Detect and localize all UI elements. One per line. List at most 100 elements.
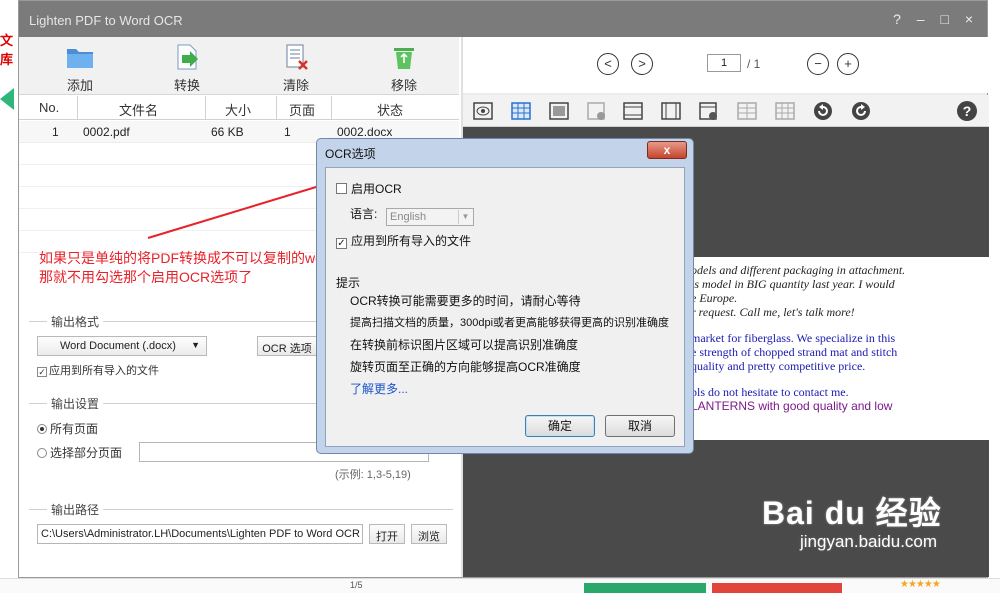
table-grid-icon[interactable]	[775, 101, 795, 121]
open-button[interactable]: 打开	[369, 524, 405, 544]
row-size: 66 KB	[211, 125, 244, 139]
baidu-watermark: Bai du 经验 jingyan.baidu.com	[762, 488, 942, 552]
chevron-down-icon: ▼	[458, 210, 472, 224]
page-total: / 1	[747, 57, 761, 71]
file-list-header: No. 文件名 大小 页面 状态	[19, 96, 459, 120]
watermark-brand: Bai du 经验	[762, 495, 942, 531]
checkbox-checked-icon: ✓	[336, 238, 347, 249]
clear-label: 清除	[282, 78, 309, 93]
prev-page-icon[interactable]: <	[597, 53, 619, 75]
doc-line: market for fiberglass. We specialize in …	[691, 331, 896, 345]
tip-item: OCR转换可能需要更多的时间，请耐心等待	[350, 294, 581, 308]
output-format-heading: 输出格式	[47, 313, 104, 330]
background-right-strip	[988, 0, 1000, 593]
column-pages[interactable]: 页面	[289, 100, 315, 119]
folder-icon	[67, 49, 93, 68]
grid-view-icon[interactable]	[511, 101, 531, 121]
background-green-tab[interactable]	[0, 88, 14, 110]
rotate-right-icon[interactable]	[851, 101, 871, 121]
watermark-url: jingyan.baidu.com	[800, 532, 938, 551]
eye-icon[interactable]	[473, 101, 493, 121]
tip-item: 提高扫描文档的质量，300dpi或者更高能够获得更高的识别准确度	[350, 317, 670, 329]
delete-split-icon[interactable]	[699, 101, 719, 121]
dialog-title: OCR选项	[325, 147, 376, 161]
row-filename: 0002.pdf	[83, 125, 130, 139]
rotate-left-icon[interactable]	[813, 101, 833, 121]
checkmark-icon: ✓	[37, 367, 47, 377]
convert-label: 转换	[173, 78, 200, 93]
ok-button[interactable]: 确定	[525, 415, 595, 437]
convert-button[interactable]: 转换	[152, 43, 222, 93]
apply-all-checkbox[interactable]: ✓ 应用到所有导入的文件	[37, 362, 159, 378]
all-pages-radio[interactable]: 所有页面	[37, 420, 98, 437]
output-settings-heading: 输出设置	[47, 395, 104, 412]
language-value: English	[390, 211, 427, 223]
row-status: 0002.docx	[337, 125, 393, 139]
clear-icon	[286, 44, 308, 70]
add-button[interactable]: 添加	[45, 43, 115, 93]
image-region-icon[interactable]	[549, 101, 569, 121]
zoom-in-icon[interactable]: +	[837, 53, 859, 75]
background-green-button[interactable]	[584, 583, 706, 593]
output-path-section: 输出路径 C:\Users\Administrator.LH\Documents…	[29, 501, 453, 569]
some-pages-label: 选择部分页面	[50, 446, 123, 460]
doc-line: quality and pretty competitive price.	[691, 359, 866, 373]
language-label: 语言:	[350, 207, 378, 221]
format-select[interactable]: Word Document (.docx) ▼	[37, 336, 207, 356]
doc-line: is model in BIG quantity last year. I wo…	[691, 277, 895, 291]
browse-button[interactable]: 浏览	[411, 524, 447, 544]
tips-heading: 提示	[336, 276, 361, 290]
background-rating-stars: ★★★★★	[900, 579, 941, 590]
all-pages-label: 所有页面	[50, 422, 99, 436]
dialog-close-button[interactable]: x	[647, 141, 687, 159]
apply-all-label: 应用到所有导入的文件	[49, 365, 159, 377]
remove-button[interactable]: 移除	[369, 43, 439, 93]
doc-line: LANTERNS with good quality and low	[691, 399, 893, 413]
zoom-out-icon[interactable]: −	[807, 53, 829, 75]
enable-ocr-checkbox[interactable]: 启用OCR	[336, 180, 402, 197]
page-range-example: (示例: 1,3-5,19)	[335, 469, 411, 481]
language-select[interactable]: English ▼	[386, 208, 474, 226]
background-wenku-text: 文库	[0, 33, 14, 67]
background-bottom-strip: 1/5 ★★★★★	[0, 578, 1000, 593]
column-no[interactable]: No.	[39, 100, 59, 115]
doc-line: pls do not hesitate to contact me.	[691, 385, 849, 399]
convert-icon	[177, 44, 198, 70]
tip-item: 在转换前标识图片区域可以提高识别准确度	[350, 338, 579, 352]
remove-label: 移除	[390, 78, 417, 93]
doc-line: e strength of chopped strand mat and sti…	[691, 345, 898, 359]
page-nav-bar: < > 1 / 1 − +	[463, 37, 989, 93]
recycle-bin-icon	[394, 48, 414, 69]
some-pages-radio[interactable]: 选择部分页面	[37, 444, 122, 461]
background-left-strip: 文库	[0, 0, 18, 593]
format-select-value: Word Document (.docx)	[60, 340, 176, 352]
output-path-heading: 输出路径	[47, 501, 104, 518]
doc-line: e Europe.	[691, 291, 738, 305]
page-number-input[interactable]: 1	[707, 54, 741, 72]
add-label: 添加	[66, 78, 93, 93]
vertical-split-icon[interactable]	[661, 101, 681, 121]
dialog-apply-all-checkbox[interactable]: ✓ 应用到所有导入的文件	[336, 232, 471, 249]
next-page-icon[interactable]: >	[631, 53, 653, 75]
dialog-apply-all-label: 应用到所有导入的文件	[351, 234, 472, 248]
column-status[interactable]: 状态	[377, 100, 403, 119]
output-path-input[interactable]: C:\Users\Administrator.LH\Documents\Ligh…	[37, 524, 363, 544]
window-controls[interactable]: ? – □ ×	[893, 11, 979, 27]
table-region-icon[interactable]	[737, 101, 757, 121]
help-icon[interactable]: ?	[957, 101, 977, 121]
learn-more-link[interactable]: 了解更多...	[350, 380, 408, 397]
column-filename[interactable]: 文件名	[119, 100, 158, 119]
cancel-button[interactable]: 取消	[605, 415, 675, 437]
clear-button[interactable]: 清除	[261, 43, 331, 93]
column-size[interactable]: 大小	[225, 100, 251, 119]
title-bar[interactable]: Lighten PDF to Word OCR ? – □ ×	[19, 1, 987, 37]
background-page-text: 1/5	[350, 580, 363, 590]
view-toolbar: ?	[463, 95, 989, 127]
chevron-down-icon: ▼	[191, 340, 200, 350]
ocr-options-button[interactable]: OCR 选项	[257, 336, 317, 356]
remove-region-icon[interactable]	[587, 101, 607, 121]
horizontal-split-icon[interactable]	[623, 101, 643, 121]
doc-line: odels and different packaging in attachm…	[691, 263, 906, 277]
row-pages: 1	[284, 125, 291, 139]
background-red-button[interactable]	[712, 583, 842, 593]
